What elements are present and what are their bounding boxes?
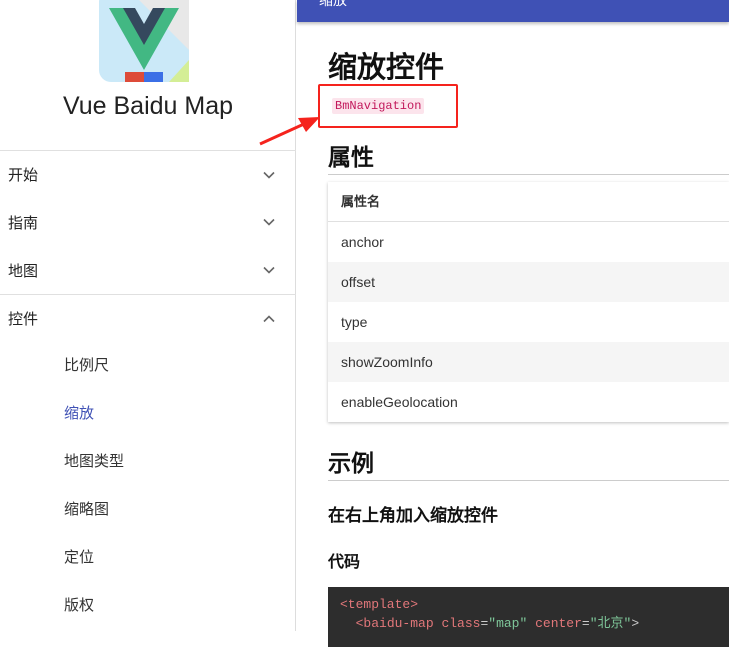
- nav-group-label: 控件: [8, 311, 39, 328]
- top-app-bar: 缩放: [297, 0, 729, 22]
- table-row: enableGeolocation: [341, 394, 458, 410]
- nav-menu: 开始 指南 地图 控件 比例尺 缩放 地图类型 缩略图 定位 版权: [0, 150, 296, 630]
- code-token: class: [441, 616, 481, 631]
- chevron-down-icon: [263, 266, 275, 274]
- page-title: 缩放控件: [328, 52, 445, 84]
- nav-group-map[interactable]: 地图: [0, 246, 296, 294]
- code-heading: 代码: [328, 554, 361, 571]
- brand-title: Vue Baidu Map: [62, 92, 234, 120]
- sidebar: Vue Baidu Map 开始 指南 地图 控件 比例尺 缩放 地图类型 缩略…: [0, 0, 296, 631]
- example-title: 在右上角加入缩放控件: [328, 506, 498, 525]
- chevron-up-icon: [263, 314, 275, 322]
- code-block: <template> <baidu-map class = "map" center…: [328, 587, 729, 647]
- chevron-down-icon: [263, 218, 275, 226]
- example-heading: 示例: [328, 444, 729, 481]
- nav-item-map-type[interactable]: 地图类型: [0, 438, 296, 486]
- code-token: >: [631, 616, 640, 631]
- table-row: offset: [328, 262, 729, 302]
- nav-item-navigation[interactable]: 缩放: [0, 390, 296, 438]
- code-token: <baidu-map: [355, 616, 434, 631]
- table-row: showZoomInfo: [328, 342, 729, 382]
- topbar-title: 缩放: [319, 0, 347, 8]
- nav-group-start[interactable]: 开始: [0, 150, 296, 198]
- code-token: "map": [488, 616, 528, 631]
- table-row: type: [341, 314, 368, 330]
- nav-item-geolocation[interactable]: 定位: [0, 534, 296, 582]
- table-row: anchor: [341, 234, 384, 250]
- nav-item-scale[interactable]: 比例尺: [0, 342, 296, 390]
- code-token: center: [535, 616, 582, 631]
- code-token: "北京": [589, 616, 632, 631]
- component-name: BmNavigation: [332, 98, 425, 114]
- nav-group-controls[interactable]: 控件: [0, 294, 296, 342]
- vue-baidu-map-logo: [99, 0, 189, 82]
- props-table: 属性名 anchor offset type showZoomInfo enab…: [328, 182, 729, 422]
- table-header: 属性名: [328, 182, 729, 222]
- nav-group-label: 指南: [8, 214, 39, 232]
- nav-group-label: 开始: [8, 167, 39, 184]
- code-token: <template>: [340, 597, 419, 612]
- nav-item-overview[interactable]: 缩略图: [0, 486, 296, 534]
- code-token: =: [581, 616, 590, 631]
- annotation-arrow: [259, 117, 320, 146]
- nav-group-label: 地图: [8, 262, 39, 280]
- chevron-down-icon: [263, 171, 275, 179]
- nav-group-guide[interactable]: 指南: [0, 198, 296, 246]
- props-heading: 属性: [328, 138, 729, 175]
- nav-item-copyright[interactable]: 版权: [0, 582, 296, 630]
